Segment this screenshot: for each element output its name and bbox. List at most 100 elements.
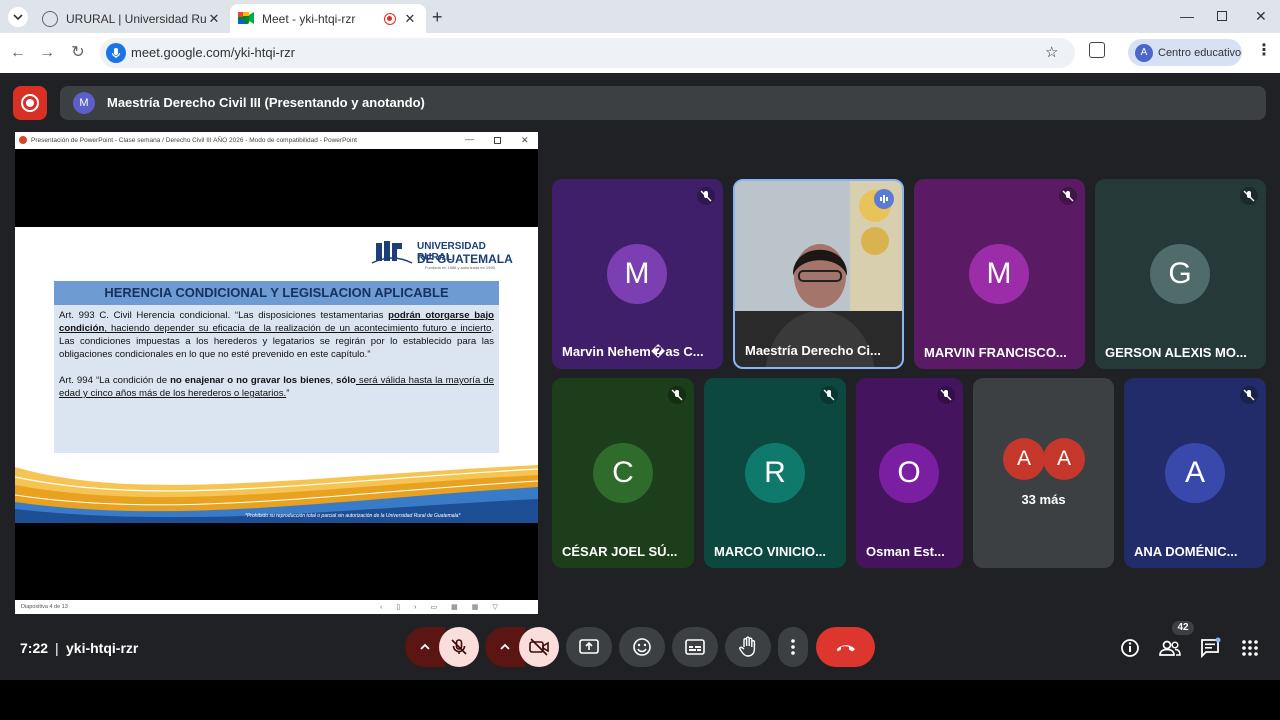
- mic-off-icon: [937, 386, 955, 404]
- camera-off-icon: [529, 638, 549, 656]
- participant-video-icon: [735, 181, 902, 367]
- slide-body: Art. 993 C. Civil Herencia condicional. …: [54, 305, 499, 453]
- end-call-icon: [836, 645, 855, 652]
- captions-button[interactable]: [672, 627, 718, 667]
- meeting-details-button[interactable]: [1115, 633, 1145, 663]
- chat-icon: [1201, 637, 1221, 659]
- participant-name: GERSON ALEXIS MO...: [1105, 345, 1247, 360]
- ppt-view-icons: ‹▯›▭▦▦▽: [380, 604, 512, 611]
- ppt-titlebar: Presentación de PowerPoint - Clase seman…: [15, 132, 538, 149]
- mic-off-icon: [668, 386, 686, 404]
- close-window-icon[interactable]: ✕: [1255, 8, 1267, 25]
- participant-tile[interactable]: R MARCO VINICIO...: [704, 378, 846, 568]
- tab-urural[interactable]: URURAL | Universidad Rural de ✕: [34, 4, 230, 33]
- ppt-window-title: Presentación de PowerPoint - Clase seman…: [31, 137, 357, 144]
- meet-stage: M Maestría Derecho Civil III (Presentand…: [0, 73, 1280, 680]
- shared-presentation[interactable]: Presentación de PowerPoint - Clase seman…: [15, 132, 538, 614]
- profile-label: Centro educativo: [1158, 46, 1242, 59]
- mic-off-icon: [1059, 187, 1077, 205]
- chevron-up-icon: [420, 643, 430, 650]
- article-994: Art. 994 “La condición de no enajenar o …: [59, 375, 494, 399]
- leave-call-button[interactable]: [816, 627, 875, 667]
- tab-bar: URURAL | Universidad Rural de ✕ Meet - y…: [0, 0, 1280, 33]
- meet-favicon-icon: [238, 11, 254, 27]
- ppt-minimize-icon: —: [465, 134, 474, 144]
- emoji-reaction-button[interactable]: [619, 627, 665, 667]
- participant-avatar: A: [1165, 443, 1225, 503]
- tab-search-button[interactable]: [8, 7, 28, 27]
- ppt-close-icon: ✕: [521, 135, 529, 145]
- browser-menu-icon[interactable]: ⋮: [1256, 40, 1272, 60]
- recording-button[interactable]: [13, 86, 47, 120]
- participant-tile-video[interactable]: Maestría Derecho Ci...: [733, 179, 904, 369]
- camera-toggle-button[interactable]: [519, 627, 559, 667]
- participant-name: MARVIN FRANCISCO...: [924, 345, 1067, 360]
- mic-off-icon: [1240, 187, 1258, 205]
- participant-name: Osman Est...: [866, 544, 945, 559]
- profile-avatar: A: [1135, 43, 1153, 62]
- participant-avatar: R: [745, 443, 805, 503]
- presenter-avatar: M: [73, 92, 95, 114]
- close-tab-icon[interactable]: ✕: [402, 11, 418, 27]
- back-button[interactable]: ←: [6, 41, 30, 65]
- slide-wave-decoration: [15, 465, 538, 523]
- people-button[interactable]: [1155, 633, 1185, 663]
- url-field[interactable]: meet.google.com/yki-htqi-rzr ☆: [100, 38, 1075, 68]
- minimize-icon[interactable]: —: [1180, 8, 1194, 24]
- activities-button[interactable]: [1235, 633, 1265, 663]
- url-text: meet.google.com/yki-htqi-rzr: [131, 45, 295, 60]
- raise-hand-button[interactable]: [725, 627, 771, 667]
- chevron-up-icon: [500, 643, 510, 650]
- participant-tile[interactable]: C CÉSAR JOEL SÚ...: [552, 378, 694, 568]
- chat-button[interactable]: [1195, 633, 1225, 663]
- mic-toggle-button[interactable]: [439, 627, 479, 667]
- more-avatar: A: [1043, 438, 1085, 480]
- participant-avatar: M: [607, 244, 667, 304]
- reload-button[interactable]: ↻: [66, 41, 90, 65]
- participant-tile[interactable]: A ANA DOMÉNIC...: [1124, 378, 1266, 568]
- participant-name: Maestría Derecho Ci...: [745, 343, 881, 358]
- profile-button[interactable]: A Centro educativo: [1128, 39, 1242, 66]
- tab-meet[interactable]: Meet - yki-htqi-rzr ✕: [230, 4, 426, 33]
- participant-tile[interactable]: M MARVIN FRANCISCO...: [914, 179, 1085, 369]
- slide-title: HERENCIA CONDICIONAL Y LEGISLACION APLIC…: [54, 281, 499, 305]
- extensions-icon[interactable]: [1089, 42, 1105, 58]
- bookmark-star-icon[interactable]: ☆: [1045, 43, 1058, 61]
- university-logo-mark-icon: [371, 241, 413, 264]
- mic-off-icon: [1240, 386, 1258, 404]
- new-tab-button[interactable]: +: [432, 7, 443, 28]
- tab-title: Meet - yki-htqi-rzr: [262, 11, 356, 26]
- site-info-icon[interactable]: [106, 43, 126, 63]
- participant-name: Marvin Nehem�as C...: [562, 344, 704, 359]
- participant-avatar: C: [593, 443, 653, 503]
- participant-name: CÉSAR JOEL SÚ...: [562, 544, 678, 559]
- people-icon: [1159, 640, 1181, 656]
- slide: UNIVERSIDAD RURAL DE GUATEMALA Fundada e…: [15, 227, 538, 523]
- present-screen-icon: [579, 639, 599, 654]
- more-options-button[interactable]: [778, 627, 808, 667]
- powerpoint-icon: [19, 136, 27, 144]
- more-participants-tile[interactable]: A A 33 más: [973, 378, 1114, 568]
- more-vert-icon: [791, 639, 795, 655]
- divider: |: [55, 640, 59, 656]
- close-tab-icon[interactable]: ✕: [206, 11, 222, 27]
- tab-title: URURAL | Universidad Rural de: [66, 11, 206, 26]
- logo-line3: Fundada en 1988 y autorizada en 1995: [425, 265, 495, 270]
- mic-off-icon: [451, 639, 467, 655]
- article-993: Art. 993 C. Civil Herencia condicional. …: [59, 310, 495, 360]
- participant-tile[interactable]: M Marvin Nehem�as C...: [552, 179, 723, 369]
- restore-icon[interactable]: [1217, 11, 1227, 21]
- participant-tile[interactable]: O Osman Est...: [856, 378, 963, 568]
- mic-off-icon: [820, 386, 838, 404]
- presenter-bar: M Maestría Derecho Civil III (Presentand…: [60, 86, 1266, 120]
- participant-tile[interactable]: G GERSON ALEXIS MO...: [1095, 179, 1266, 369]
- slide-footer: *Prohibido su reproducción total o parci…: [245, 513, 461, 519]
- info-icon: [1121, 639, 1139, 657]
- more-participants-label: 33 más: [1021, 492, 1066, 507]
- meeting-clock: 7:22: [20, 640, 49, 656]
- forward-button[interactable]: →: [35, 41, 59, 65]
- address-bar: ← → ↻ meet.google.com/yki-htqi-rzr ☆ A C…: [0, 33, 1280, 73]
- participant-avatar: M: [969, 244, 1029, 304]
- present-screen-button[interactable]: [566, 627, 612, 667]
- presenter-title: Maestría Derecho Civil III (Presentando …: [107, 95, 425, 110]
